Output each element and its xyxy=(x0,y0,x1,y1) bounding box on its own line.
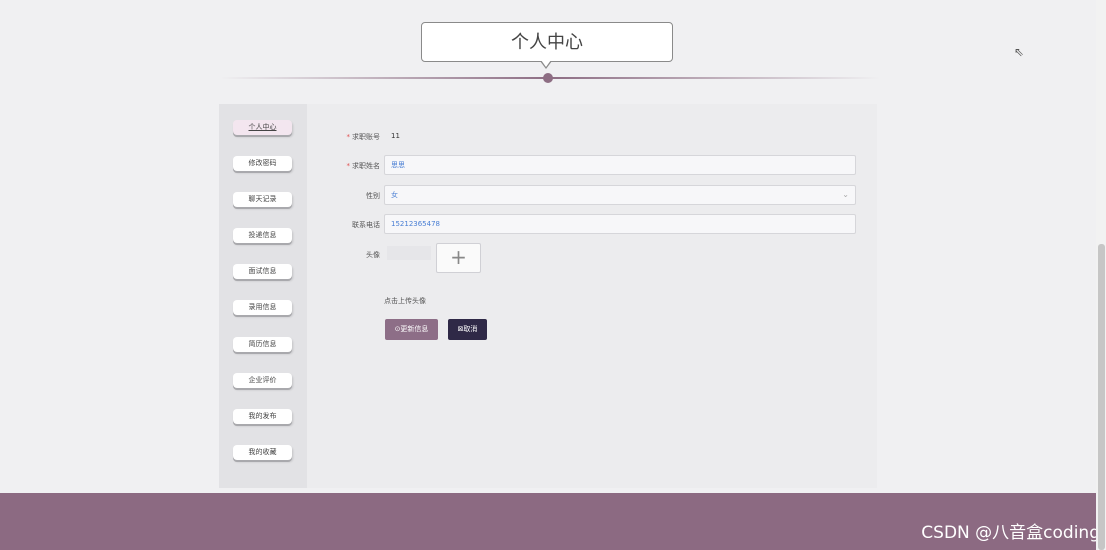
avatar-preview xyxy=(387,246,431,260)
chevron-down-icon: ⌄ xyxy=(842,190,849,199)
phone-field[interactable]: 15212365478 xyxy=(384,214,856,234)
phone-label: 联系电话 xyxy=(352,221,380,229)
page-title: 个人中心 xyxy=(421,22,673,62)
gender-select[interactable]: 女 ⌄ xyxy=(384,185,856,205)
account-value: 11 xyxy=(391,132,400,140)
account-label-text: 求职账号 xyxy=(352,133,380,141)
name-label: * 求职姓名 xyxy=(320,161,381,171)
divider-dot xyxy=(543,73,553,83)
sidebar: 个人中心 修改密码 聊天记录 投递信息 面试信息 录用信息 简历信息 企业评价 … xyxy=(219,104,307,488)
avatar-upload-button[interactable]: + xyxy=(436,243,481,273)
sidebar-item-change-password[interactable]: 修改密码 xyxy=(233,156,292,171)
plus-icon: + xyxy=(450,245,467,269)
title-notch-inner xyxy=(541,60,551,67)
avatar-upload-hint: 点击上传头像 xyxy=(384,297,426,305)
sidebar-item-interviews[interactable]: 面试信息 xyxy=(233,264,292,279)
scrollbar-thumb[interactable] xyxy=(1098,244,1105,550)
watermark: CSDN @八音盒coding xyxy=(921,523,1100,543)
gender-value: 女 xyxy=(391,191,398,199)
sidebar-item-my-posts[interactable]: 我的发布 xyxy=(233,409,292,424)
mouse-cursor-icon: ⇖ xyxy=(1014,45,1025,59)
gender-label: 性别 xyxy=(366,192,380,200)
avatar-label: 头像 xyxy=(366,251,380,259)
sidebar-item-applications[interactable]: 投递信息 xyxy=(233,228,292,243)
name-label-text: 求职姓名 xyxy=(352,162,380,170)
cancel-button[interactable]: ⊠取消 xyxy=(448,319,487,340)
sidebar-item-offers[interactable]: 录用信息 xyxy=(233,300,292,315)
account-label: * 求职账号 xyxy=(320,132,381,142)
name-field[interactable]: 思思 xyxy=(384,155,856,175)
sidebar-item-resume[interactable]: 简历信息 xyxy=(233,337,292,352)
sidebar-item-chat-history[interactable]: 聊天记录 xyxy=(233,192,292,207)
update-info-button[interactable]: ⊙更新信息 xyxy=(385,319,438,340)
sidebar-item-personal-center[interactable]: 个人中心 xyxy=(233,120,292,135)
sidebar-item-favorites[interactable]: 我的收藏 xyxy=(233,445,292,460)
required-mark: * xyxy=(346,133,351,141)
required-mark: * xyxy=(346,162,351,170)
sidebar-item-company-reviews[interactable]: 企业评价 xyxy=(233,373,292,388)
